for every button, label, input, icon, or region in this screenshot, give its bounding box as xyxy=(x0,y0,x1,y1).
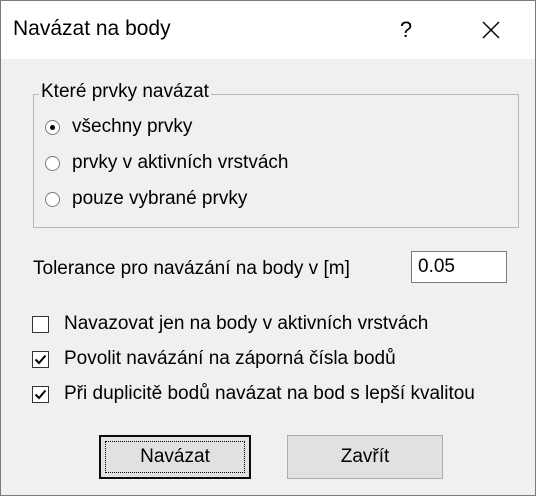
tolerance-input[interactable] xyxy=(411,251,507,283)
close-icon xyxy=(482,21,500,39)
focus-rect xyxy=(105,441,245,473)
checkbox-label: Povolit navázání na záporná čísla bodů xyxy=(64,348,396,369)
checkbox-negative-numbers[interactable]: Povolit navázání na záporná čísla bodů xyxy=(32,348,396,370)
radio-button[interactable] xyxy=(45,155,60,171)
checkbox-label: Navazovat jen na body v aktivních vrstvá… xyxy=(64,313,429,334)
close-dialog-button-label: Zavřít xyxy=(340,446,390,467)
dialog-window: Navázat na body ? Které prvky navázat vš… xyxy=(0,0,536,496)
radio-active-layers[interactable]: prvky v aktivních vrstvách xyxy=(45,152,288,174)
checkbox-better-quality[interactable]: Při duplicitě bodů navázat na bod s lepš… xyxy=(32,383,475,405)
checkmark-icon xyxy=(34,389,47,399)
group-legend: Které prvky navázat xyxy=(39,81,211,103)
checkbox[interactable] xyxy=(32,350,49,368)
close-dialog-button[interactable]: Zavřít xyxy=(287,435,443,479)
checkbox[interactable] xyxy=(32,385,49,403)
tolerance-label: Tolerance pro navázání na body v [m] xyxy=(33,258,350,279)
radio-all-elements[interactable]: všechny prvky xyxy=(45,116,192,138)
checkmark-icon xyxy=(34,354,47,364)
help-button[interactable]: ? xyxy=(371,1,441,59)
radio-label: prvky v aktivních vrstvách xyxy=(72,152,289,173)
checkbox[interactable] xyxy=(32,315,49,333)
radio-button[interactable] xyxy=(45,191,60,207)
connect-button[interactable]: Navázat xyxy=(99,435,251,479)
dialog-title: Navázat na body xyxy=(13,17,171,40)
checkbox-label: Při duplicitě bodů navázat na bod s lepš… xyxy=(64,383,475,404)
radio-label: všechny prvky xyxy=(72,116,193,137)
radio-button[interactable] xyxy=(45,119,60,135)
radio-label: pouze vybrané prvky xyxy=(72,188,248,209)
radio-selected-elements[interactable]: pouze vybrané prvky xyxy=(45,188,247,210)
close-button[interactable] xyxy=(461,1,521,59)
title-bar: Navázat na body ? xyxy=(1,1,535,59)
checkbox-active-layers-only[interactable]: Navazovat jen na body v aktivních vrstvá… xyxy=(32,313,428,335)
